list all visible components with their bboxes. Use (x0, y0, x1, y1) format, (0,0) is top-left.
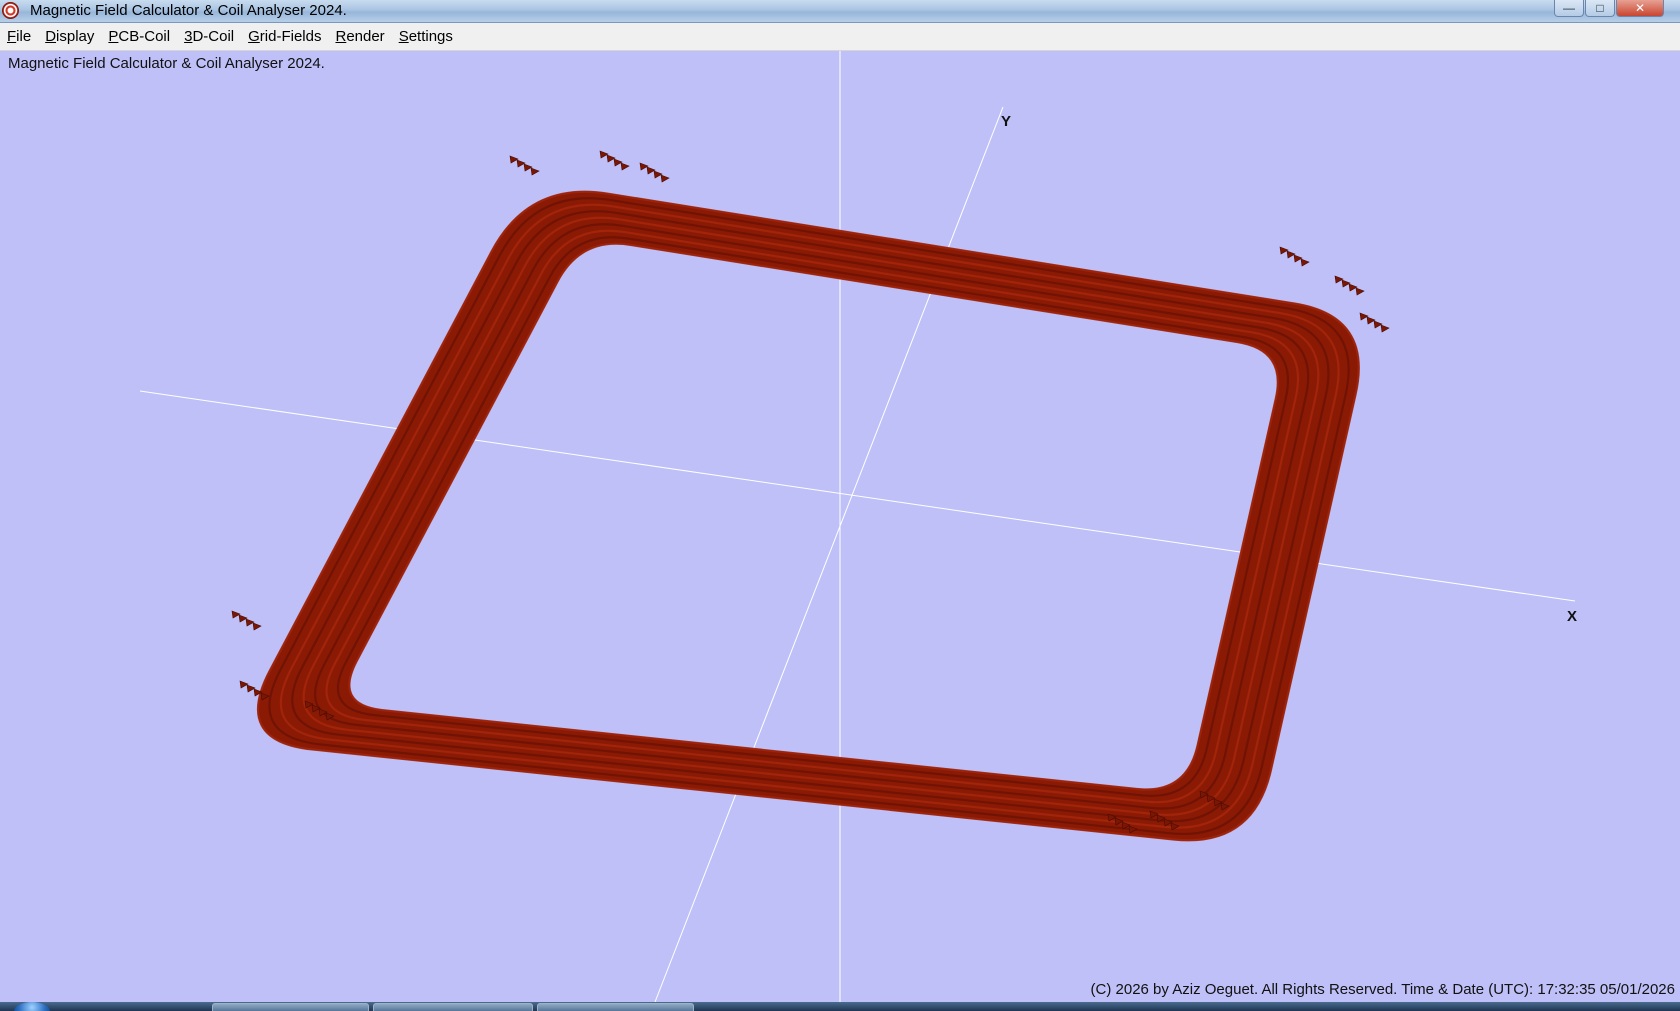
menu-render[interactable]: Render (328, 25, 391, 49)
current-arrow-icon (231, 610, 241, 619)
menu-settings[interactable]: Settings (392, 25, 460, 49)
axis-y-label: Y (1001, 113, 1011, 130)
menu-grid-fields[interactable]: Grid-Fields (241, 25, 328, 49)
current-arrow-icon (599, 150, 609, 159)
app-icon[interactable] (2, 2, 19, 19)
current-arrow-icon (1348, 283, 1358, 292)
current-arrow-icon (1380, 324, 1390, 333)
current-arrow-icon (1341, 279, 1351, 288)
window-title-bar[interactable]: Magnetic Field Calculator & Coil Analyse… (0, 0, 1680, 23)
maximize-icon: □ (1596, 1, 1604, 15)
current-arrow-icon (660, 174, 670, 183)
viewport-overlay-title: Magnetic Field Calculator & Coil Analyse… (8, 55, 325, 72)
current-arrow-icon (509, 155, 519, 164)
minimize-button[interactable]: — (1554, 0, 1584, 17)
coil-scene[interactable]: X Y (0, 51, 1680, 1002)
current-arrow-icon (239, 680, 249, 689)
current-arrow-icon (245, 618, 255, 627)
current-arrow-icon (613, 158, 623, 167)
current-arrow-icon (1293, 254, 1303, 263)
current-arrow-icon (523, 163, 533, 172)
render-viewport[interactable]: X Y Magnetic Field Calculator & Coil Ana… (0, 51, 1680, 1002)
taskbar (0, 1002, 1680, 1011)
current-arrow-icon (639, 162, 649, 171)
current-arrow-icon (1359, 312, 1369, 321)
current-arrow-icon (238, 614, 248, 623)
menu-display[interactable]: Display (38, 25, 101, 49)
start-button[interactable] (14, 1002, 50, 1011)
coil[interactable] (231, 150, 1390, 842)
current-arrow-icon (1286, 250, 1296, 259)
current-arrow-icon (1279, 246, 1289, 255)
current-arrow-icon (516, 159, 526, 168)
axis-x-label: X (1567, 608, 1577, 625)
current-arrow-icon (606, 154, 616, 163)
menu-3d-coil[interactable]: 3D-Coil (177, 25, 241, 49)
menu-pcb-coil[interactable]: PCB-Coil (101, 25, 177, 49)
current-arrow-icon (1300, 258, 1310, 267)
copyright-status: (C) 2026 by Aziz Oeguet. All Rights Rese… (1090, 981, 1675, 998)
current-arrow-icon (653, 170, 663, 179)
close-icon: ✕ (1634, 1, 1646, 15)
current-arrow-icon (252, 622, 262, 631)
current-arrow-icon (1355, 287, 1365, 296)
current-arrow-icon (1366, 316, 1376, 325)
window-title: Magnetic Field Calculator & Coil Analyse… (30, 2, 347, 19)
close-button[interactable]: ✕ (1616, 0, 1664, 17)
current-arrow-icon (246, 684, 256, 693)
minimize-icon: — (1563, 1, 1575, 15)
taskbar-item[interactable] (537, 1003, 694, 1011)
maximize-button[interactable]: □ (1585, 0, 1615, 17)
current-arrow-icon (620, 162, 630, 171)
taskbar-item[interactable] (212, 1003, 369, 1011)
current-arrow-icon (530, 167, 540, 176)
taskbar-item[interactable] (373, 1003, 533, 1011)
menu-bar: File Display PCB-Coil 3D-Coil Grid-Field… (0, 23, 1680, 51)
current-arrow-icon (646, 166, 656, 175)
current-arrow-icon (1334, 275, 1344, 284)
menu-file[interactable]: File (0, 25, 38, 49)
current-arrow-icon (1373, 320, 1383, 329)
